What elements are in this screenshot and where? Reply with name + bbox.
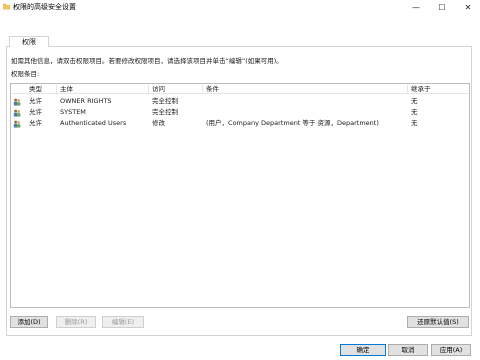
table-row[interactable]: 允许 SYSTEM 完全控制 无 (11, 107, 469, 118)
cell-access: 完全控制 (152, 108, 178, 116)
users-icon (13, 109, 21, 117)
column-separator[interactable] (407, 85, 408, 93)
cell-principal: SYSTEM (60, 108, 86, 116)
hint-text: 如需其他信息，请双击权限项目。若要修改权限项目，请选择该项目并单击“编辑”(如果… (11, 57, 283, 65)
permission-entries-list[interactable]: 类型 主体 访问 条件 继承于 允许 OWNER RIGHTS 完全控制 无 允… (10, 83, 470, 308)
cell-inherited: 无 (411, 97, 418, 105)
cell-access: 修改 (152, 119, 165, 127)
column-condition[interactable]: 条件 (206, 84, 219, 94)
column-access[interactable]: 访问 (152, 84, 165, 94)
column-separator[interactable] (56, 85, 57, 93)
cell-principal: OWNER RIGHTS (60, 97, 112, 105)
title-bar[interactable]: 权限的高级安全设置 — ☐ ✕ (0, 0, 480, 14)
folder-icon (3, 3, 10, 10)
cell-type: 允许 (29, 97, 42, 105)
column-separator[interactable] (202, 85, 203, 93)
users-icon (13, 98, 21, 106)
users-icon (13, 120, 21, 128)
cell-type: 允许 (29, 108, 42, 116)
cell-inherited: 无 (411, 108, 418, 116)
cell-type: 允许 (29, 119, 42, 127)
maximize-button[interactable]: ☐ (430, 0, 454, 14)
add-button[interactable]: 添加(D) (10, 316, 48, 328)
edit-button[interactable]: 编辑(E) (102, 316, 144, 328)
remove-button[interactable]: 删除(R) (56, 316, 96, 328)
permissions-dialog: 权限的高级安全设置 — ☐ ✕ 权限 如需其他信息，请双击权限项目。若要修改权限… (0, 0, 480, 360)
ok-button[interactable]: 确定 (340, 344, 386, 356)
cell-principal: Authenticated Users (60, 119, 127, 127)
table-row[interactable]: 允许 OWNER RIGHTS 完全控制 无 (11, 96, 469, 107)
cell-access: 完全控制 (152, 97, 178, 105)
cell-condition: (用户，Company Department 等于 资源，Department) (206, 119, 379, 127)
tab-permissions[interactable]: 权限 (9, 36, 49, 47)
column-separator[interactable] (148, 85, 149, 93)
column-type[interactable]: 类型 (29, 84, 42, 94)
cell-inherited: 无 (411, 119, 418, 127)
restore-defaults-button[interactable]: 还原默认值(S) (407, 316, 469, 328)
close-button[interactable]: ✕ (456, 0, 480, 14)
table-row[interactable]: 允许 Authenticated Users 修改 (用户，Company De… (11, 118, 469, 129)
apply-button[interactable]: 应用(A) (431, 344, 471, 356)
entries-label: 权限条目: (11, 70, 40, 78)
column-inherited[interactable]: 继承于 (411, 84, 431, 94)
cancel-button[interactable]: 取消 (388, 344, 428, 356)
window-title: 权限的高级安全设置 (13, 3, 76, 11)
minimize-button[interactable]: — (404, 0, 428, 14)
list-header: 类型 主体 访问 条件 继承于 (11, 84, 469, 94)
column-principal[interactable]: 主体 (60, 84, 73, 94)
